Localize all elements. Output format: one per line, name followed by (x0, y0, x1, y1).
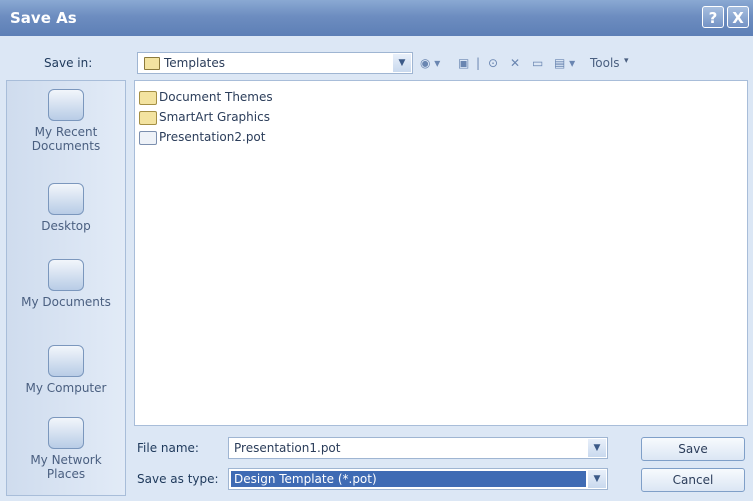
file-list[interactable]: Document Themes SmartArt Graphics Presen… (134, 80, 748, 426)
place-label: My Recent (34, 125, 98, 139)
title-bar[interactable]: Save As ? X (0, 0, 753, 36)
cancel-button[interactable]: Cancel (641, 468, 745, 492)
separator-icon: | (476, 56, 481, 70)
my-documents-icon (48, 259, 84, 291)
my-computer-icon (48, 345, 84, 377)
place-network-places[interactable]: My Network Places (7, 417, 125, 481)
place-my-documents[interactable]: My Documents (7, 259, 125, 309)
help-button[interactable]: ? (702, 6, 724, 28)
folder-icon (144, 57, 160, 70)
save-in-value: Templates (164, 56, 226, 70)
list-item[interactable]: Presentation2.pot (139, 129, 265, 145)
back-icon[interactable]: ◉ ▾ (420, 56, 440, 70)
place-label: Places (46, 467, 86, 481)
folder-icon (139, 90, 157, 105)
search-web-icon[interactable]: ⊙ (488, 56, 498, 70)
place-label: My Documents (21, 295, 111, 309)
file-name-field[interactable]: Presentation1.pot ▼ (228, 437, 608, 459)
network-places-icon (48, 417, 84, 449)
places-bar: My Recent Documents Desktop My Documents… (6, 80, 126, 496)
file-name-value: Presentation1.pot (234, 441, 341, 455)
delete-icon[interactable]: ✕ (510, 56, 520, 70)
save-button[interactable]: Save (641, 437, 745, 461)
up-folder-icon[interactable]: ▣ (458, 56, 469, 70)
tools-dropdown-icon[interactable]: ▾ (624, 56, 629, 66)
chevron-down-icon[interactable]: ▼ (393, 54, 411, 72)
new-folder-icon[interactable]: ▭ (532, 56, 543, 70)
recent-documents-icon (48, 89, 84, 121)
chevron-down-icon[interactable]: ▼ (588, 439, 606, 457)
save-type-value: Design Template (*.pot) (234, 472, 377, 486)
place-recent-documents[interactable]: My Recent Documents (7, 89, 125, 153)
place-my-computer[interactable]: My Computer (7, 345, 125, 395)
folder-icon (139, 110, 157, 125)
place-label: My Computer (25, 381, 107, 395)
save-type-select[interactable]: Design Template (*.pot) ▼ (228, 468, 608, 490)
list-item[interactable]: SmartArt Graphics (139, 109, 270, 125)
place-label: Desktop (41, 219, 91, 233)
list-item[interactable]: Document Themes (139, 89, 273, 105)
save-in-label: Save in: (44, 56, 93, 70)
save-in-combo[interactable]: Templates ▼ (137, 52, 413, 74)
window-title: Save As (10, 9, 77, 27)
save-as-dialog: Save As ? X Save in: Templates ▼ ◉ ▾ ▣ |… (0, 0, 753, 501)
place-label: My Network (30, 453, 102, 467)
chevron-down-icon[interactable]: ▼ (588, 470, 606, 488)
close-button[interactable]: X (727, 6, 749, 28)
save-type-label: Save as type: (137, 472, 219, 486)
desktop-icon (48, 183, 84, 215)
template-file-icon (139, 130, 157, 145)
file-name-label: File name: (137, 441, 199, 455)
place-label: Documents (31, 139, 101, 153)
place-desktop[interactable]: Desktop (7, 183, 125, 233)
tools-menu[interactable]: Tools (590, 56, 620, 70)
views-icon[interactable]: ▤ ▾ (554, 56, 575, 70)
